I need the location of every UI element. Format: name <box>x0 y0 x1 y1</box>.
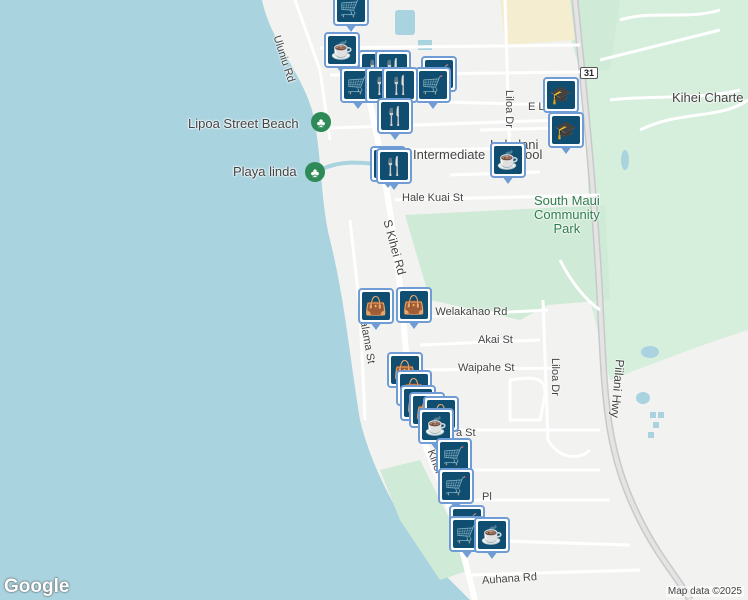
coffee-icon: ☕ <box>328 36 356 64</box>
shopping-cart-marker[interactable]: 🛒 <box>415 67 451 109</box>
shopping-cart-icon: 🛒 <box>419 71 447 99</box>
highway-31-shield: 31 <box>580 67 599 79</box>
road-label-liloa-north: Liloa Dr <box>503 90 515 128</box>
pond <box>621 150 629 170</box>
park-label-line: Park <box>553 221 581 236</box>
park-tree-icon[interactable]: ♣ <box>311 112 331 132</box>
park-tree-icon[interactable]: ♣ <box>305 162 325 182</box>
shopping-cart-icon: 🛒 <box>440 442 468 470</box>
school-marker[interactable]: 🎓 <box>543 77 579 119</box>
park-label-south-maui-community-park: South Maui Community Park <box>534 194 600 236</box>
park-label-line: South Maui <box>534 193 600 208</box>
restaurant-marker[interactable]: 🍴 <box>376 148 412 190</box>
poi-label-school: ool <box>525 147 543 162</box>
road-label-waipahe: Waipahe St <box>458 362 515 374</box>
shopping-bag-icon: 👜 <box>400 291 428 319</box>
map-attribution[interactable]: Map data ©2025 <box>665 586 744 597</box>
school-icon: 🎓 <box>547 81 575 109</box>
shopping-cart-icon: 🛒 <box>337 0 365 22</box>
coffee-marker[interactable]: ☕ <box>474 517 510 559</box>
pond <box>418 40 432 50</box>
road-label-akai: Akai St <box>478 334 513 346</box>
shopping-bag-icon: 👜 <box>362 292 390 320</box>
commercial-area <box>500 0 575 45</box>
coffee-icon: ☕ <box>478 521 506 549</box>
coffee-icon: ☕ <box>494 146 522 174</box>
pond <box>648 432 654 438</box>
coffee-marker[interactable]: ☕ <box>324 32 360 74</box>
coffee-marker[interactable]: ☕ <box>490 142 526 184</box>
pond <box>395 10 415 35</box>
park-label-line: Community <box>534 207 600 222</box>
map-canvas[interactable]: Uluniu Rd E Lil Liloa Dr Hale Kuai St S … <box>0 0 748 600</box>
restaurant-marker[interactable]: 🍴 <box>377 98 413 140</box>
pond <box>653 422 659 428</box>
restaurant-icon: 🍴 <box>381 102 409 130</box>
coffee-icon: ☕ <box>422 412 450 440</box>
poi-label-intermediate: Intermediate <box>413 147 486 162</box>
road-label-hale-kuai: Hale Kuai St <box>402 192 464 204</box>
shopping-cart-marker[interactable]: 🛒 <box>333 0 369 32</box>
poi-label-lipoa-street-beach: Lipoa Street Beach <box>188 116 299 131</box>
school-icon: 🎓 <box>552 116 580 144</box>
restaurant-icon: 🍴 <box>386 71 414 99</box>
google-logo: Google <box>4 576 70 597</box>
shopping-bag-marker[interactable]: 👜 <box>358 288 394 330</box>
shopping-cart-icon: 🛒 <box>442 472 470 500</box>
pond <box>636 392 650 404</box>
pond <box>658 412 664 418</box>
road-label-liloa-south: Liloa Dr <box>549 358 561 396</box>
shopping-bag-marker[interactable]: 👜 <box>396 287 432 329</box>
shopping-cart-marker[interactable]: 🛒 <box>438 468 474 510</box>
school-marker[interactable]: 🎓 <box>548 112 584 154</box>
road-label-pl: Pl <box>482 491 492 503</box>
poi-label-playa-linda: Playa linda <box>233 164 297 179</box>
pond <box>650 412 656 418</box>
pond <box>641 346 659 358</box>
restaurant-icon: 🍴 <box>380 152 408 180</box>
poi-label-kihei-charter: Kihei Charte <box>672 90 744 105</box>
road-label-welakahao: E Welakahao Rd <box>425 306 508 318</box>
